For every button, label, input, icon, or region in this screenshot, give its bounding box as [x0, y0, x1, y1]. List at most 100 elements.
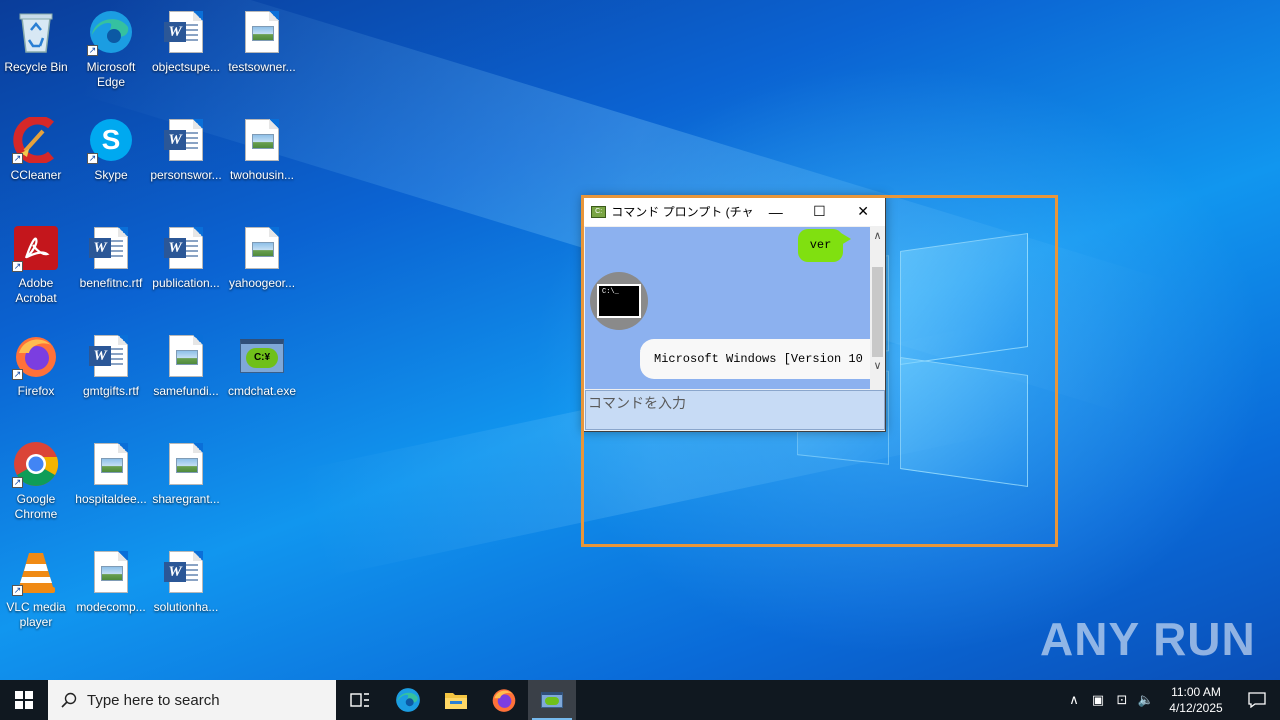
desktop-icon-ccleaner[interactable]: ↗ CCleaner	[0, 116, 74, 183]
desktop-icon-publication[interactable]: W publication...	[148, 224, 224, 291]
word-doc-icon: W	[162, 8, 210, 56]
taskbar-search-box[interactable]: Type here to search	[48, 680, 336, 720]
shortcut-arrow-icon: ↗	[12, 369, 23, 380]
anyrun-watermark: ANY RUN	[1040, 612, 1256, 666]
desktop-icon-label: Recycle Bin	[4, 60, 68, 74]
shortcut-arrow-icon: ↗	[12, 585, 23, 596]
desktop-icon-twohousin[interactable]: twohousin...	[224, 116, 300, 183]
shortcut-arrow-icon: ↗	[12, 261, 23, 272]
image-file-icon	[238, 8, 286, 56]
word-doc-icon: W	[87, 224, 135, 272]
desktop-icon-firefox[interactable]: ↗ Firefox	[0, 332, 74, 399]
image-file-icon	[238, 116, 286, 164]
skype-icon: S ↗	[87, 116, 135, 164]
desktop-icon-label: modecomp...	[76, 600, 146, 614]
desktop-icon-samefundi[interactable]: samefundi...	[148, 332, 224, 399]
ccleaner-icon: ↗	[12, 116, 60, 164]
word-doc-icon: W	[87, 332, 135, 380]
desktop-icon-label: yahoogeor...	[228, 276, 296, 290]
start-button[interactable]	[0, 680, 48, 720]
desktop-icon-google-chrome[interactable]: ↗ Google Chrome	[0, 440, 74, 522]
shortcut-arrow-icon: ↗	[87, 153, 98, 164]
folder-icon	[445, 693, 467, 709]
image-file-icon	[238, 224, 286, 272]
desktop-icon-label: hospitaldee...	[75, 492, 147, 506]
firefox-icon	[492, 689, 516, 712]
desktop-icon-gmtgifts[interactable]: W gmtgifts.rtf	[73, 332, 149, 399]
chrome-icon: ↗	[12, 440, 60, 488]
task-view-icon	[350, 693, 369, 707]
desktop-icon-label: twohousin...	[229, 168, 295, 182]
highlight-frame	[581, 195, 1058, 547]
desktop-icon-label: personswor...	[150, 168, 222, 182]
desktop-icon-cmdchat[interactable]: C:¥ cmdchat.exe	[224, 332, 300, 399]
recycle-bin-icon	[12, 8, 60, 56]
image-file-icon	[87, 548, 135, 596]
desktop-icon-objectsupe[interactable]: W objectsupe...	[148, 8, 224, 75]
notification-icon	[1248, 692, 1266, 708]
word-doc-icon: W	[162, 116, 210, 164]
clock-time: 11:00 AM	[1171, 685, 1221, 699]
system-tray: ∧ ▣ ⊡ 🔈 11:00 AM 4/12/2025	[1062, 680, 1280, 720]
task-view-button[interactable]	[336, 680, 384, 720]
desktop-icon-vlc[interactable]: ↗ VLC media player	[0, 548, 74, 630]
desktop-icon-label: sharegrant...	[152, 492, 220, 506]
search-icon	[61, 692, 77, 708]
desktop-icon-benefitnc[interactable]: W benefitnc.rtf	[73, 224, 149, 291]
chevron-up-icon[interactable]: ∧	[1062, 692, 1086, 708]
desktop-icon-label: Google Chrome	[14, 492, 58, 521]
taskbar-file-explorer[interactable]	[432, 680, 480, 720]
desktop-icon-label: Firefox	[17, 384, 55, 398]
edge-icon: ↗	[87, 8, 135, 56]
desktop-icon-label: cmdchat.exe	[227, 384, 297, 398]
desktop-icon-label: VLC media player	[6, 600, 66, 629]
shortcut-arrow-icon: ↗	[87, 45, 98, 56]
cmdchat-icon-text: C:¥	[246, 348, 278, 368]
desktop-icon-modecomp[interactable]: modecomp...	[73, 548, 149, 615]
cmdchat-icon: C:¥	[238, 332, 286, 380]
shortcut-arrow-icon: ↗	[12, 153, 23, 164]
network-icon[interactable]: ⊡	[1110, 692, 1134, 708]
word-doc-icon: W	[162, 224, 210, 272]
windows-start-icon	[15, 691, 33, 709]
search-placeholder: Type here to search	[87, 691, 220, 709]
desktop-icon-label: publication...	[152, 276, 220, 290]
desktop-icon-label: solutionha...	[153, 600, 219, 614]
watermark-text: ANY RUN	[1040, 613, 1256, 665]
desktop-icon-sharegrant[interactable]: sharegrant...	[148, 440, 224, 507]
desktop-icon-label: gmtgifts.rtf	[82, 384, 139, 398]
meet-now-icon[interactable]: ▣	[1086, 692, 1110, 708]
desktop-icon-recycle-bin[interactable]: Recycle Bin	[0, 8, 74, 75]
taskbar-firefox[interactable]	[480, 680, 528, 720]
desktop-icon-edge[interactable]: ↗ Microsoft Edge	[73, 8, 149, 90]
desktop-icon-adobe-acrobat[interactable]: ↗ Adobe Acrobat	[0, 224, 74, 306]
desktop-icon-solutionha[interactable]: W solutionha...	[148, 548, 224, 615]
notification-button[interactable]	[1234, 692, 1280, 708]
acrobat-icon: ↗	[12, 224, 60, 272]
desktop: Recycle Bin ↗ CCleaner ↗ Adobe Acrobat ↗…	[0, 0, 1280, 680]
image-file-icon	[162, 440, 210, 488]
desktop-icon-label: Skype	[94, 168, 128, 182]
desktop-icon-hospitaldee[interactable]: hospitaldee...	[73, 440, 149, 507]
taskbar: Type here to search ∧ ▣ ⊡ 🔈 11:00 AM 4/1…	[0, 680, 1280, 720]
desktop-icon-label: Microsoft Edge	[86, 60, 136, 89]
word-doc-icon: W	[162, 548, 210, 596]
volume-icon[interactable]: 🔈	[1134, 692, 1158, 708]
desktop-icon-yahoogeor[interactable]: yahoogeor...	[224, 224, 300, 291]
desktop-icon-label: CCleaner	[10, 168, 62, 182]
desktop-icon-personswor[interactable]: W personswor...	[148, 116, 224, 183]
desktop-icon-label: benefitnc.rtf	[79, 276, 143, 290]
desktop-icon-label: samefundi...	[153, 384, 219, 398]
clock[interactable]: 11:00 AM 4/12/2025	[1158, 684, 1234, 716]
vlc-icon: ↗	[12, 548, 60, 596]
cmdchat-icon	[541, 692, 563, 708]
desktop-icon-testsowner[interactable]: testsowner...	[224, 8, 300, 75]
desktop-icon-skype[interactable]: S ↗ Skype	[73, 116, 149, 183]
image-file-icon	[87, 440, 135, 488]
image-file-icon	[162, 332, 210, 380]
desktop-icon-label: testsowner...	[228, 60, 296, 74]
taskbar-cmdchat[interactable]	[528, 680, 576, 720]
taskbar-edge[interactable]	[384, 680, 432, 720]
firefox-icon: ↗	[12, 332, 60, 380]
desktop-icon-label: objectsupe...	[151, 60, 221, 74]
